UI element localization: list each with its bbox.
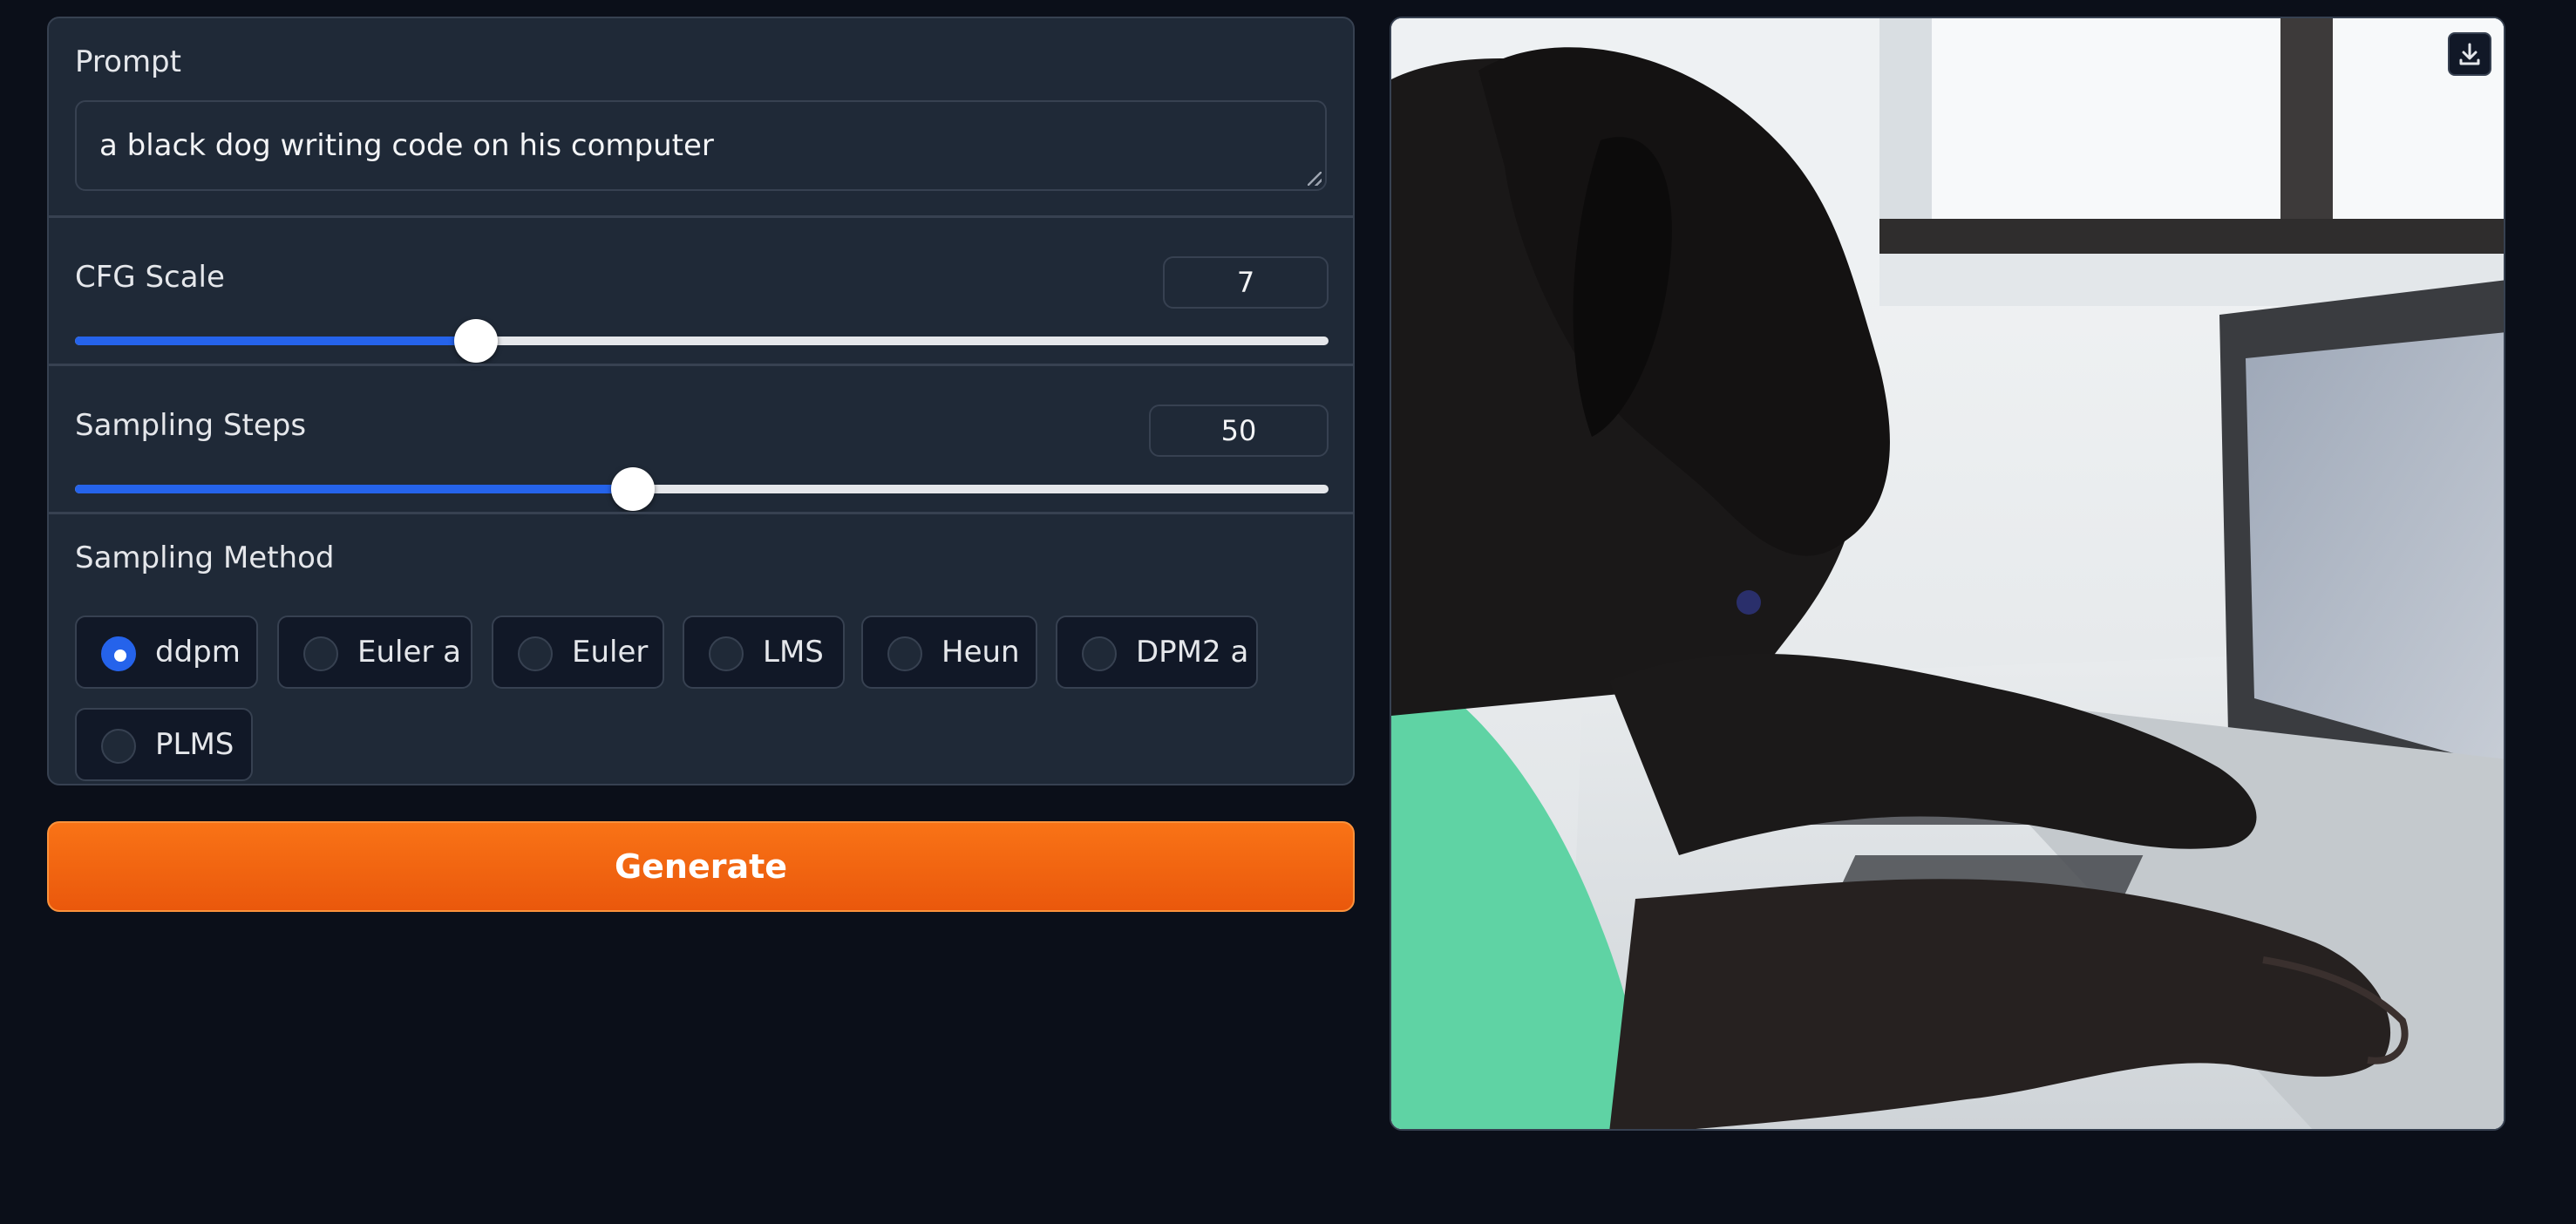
radio-unchecked-icon (518, 636, 553, 671)
download-icon (2459, 43, 2480, 65)
radio-option-lms[interactable]: LMS (683, 615, 845, 689)
cfg-scale-block: CFG Scale 7 (49, 215, 1353, 364)
sampling-method-block: Sampling Method ddpm Euler a Euler LMS H… (49, 512, 1353, 784)
radio-option-label: DPM2 a (1136, 635, 1249, 670)
cfg-scale-slider-fill (75, 337, 477, 345)
cfg-scale-slider-thumb[interactable] (454, 319, 499, 363)
radio-option-ddpm[interactable]: ddpm (75, 615, 258, 689)
sampling-steps-block: Sampling Steps 50 (49, 364, 1353, 512)
prompt-text: a black dog writing code on his computer (99, 128, 714, 163)
radio-option-euler-a[interactable]: Euler a (277, 615, 472, 689)
prompt-input[interactable]: a black dog writing code on his computer (75, 100, 1327, 191)
radio-unchecked-icon (101, 729, 136, 764)
sampling-steps-label: Sampling Steps (75, 408, 307, 443)
generate-button[interactable]: Generate (47, 821, 1355, 912)
output-image (1390, 17, 2505, 1131)
cfg-scale-label: CFG Scale (75, 260, 225, 295)
cfg-scale-slider[interactable] (75, 319, 1329, 363)
radio-option-label: PLMS (155, 727, 234, 762)
cfg-scale-number-input[interactable]: 7 (1163, 256, 1329, 309)
sampling-method-label: Sampling Method (75, 541, 335, 575)
prompt-block: Prompt a black dog writing code on his c… (49, 18, 1353, 215)
sampling-steps-slider-thumb[interactable] (610, 467, 655, 511)
radio-option-label: Heun (941, 635, 1020, 670)
prompt-label: Prompt (75, 44, 181, 79)
radio-option-plms[interactable]: PLMS (75, 708, 253, 781)
radio-option-heun[interactable]: Heun (861, 615, 1037, 689)
sampling-steps-number-input[interactable]: 50 (1149, 405, 1329, 457)
radio-option-label: ddpm (155, 635, 241, 670)
radio-option-label: Euler a (357, 635, 462, 670)
radio-option-dpm2-a[interactable]: DPM2 a (1056, 615, 1258, 689)
dog-at-laptop-image (1391, 18, 2504, 1129)
download-button[interactable] (2448, 32, 2491, 76)
radio-option-euler[interactable]: Euler (492, 615, 664, 689)
radio-unchecked-icon (709, 636, 744, 671)
settings-panel: Prompt a black dog writing code on his c… (47, 17, 1355, 785)
radio-unchecked-icon (1082, 636, 1117, 671)
radio-option-label: LMS (763, 635, 824, 670)
radio-unchecked-icon (303, 636, 338, 671)
radio-unchecked-icon (887, 636, 922, 671)
sampling-steps-slider[interactable] (75, 467, 1329, 511)
radio-checked-icon (101, 636, 136, 671)
sampling-steps-slider-fill (75, 485, 633, 493)
radio-option-label: Euler (572, 635, 649, 670)
resize-grip-icon[interactable] (1308, 172, 1322, 186)
